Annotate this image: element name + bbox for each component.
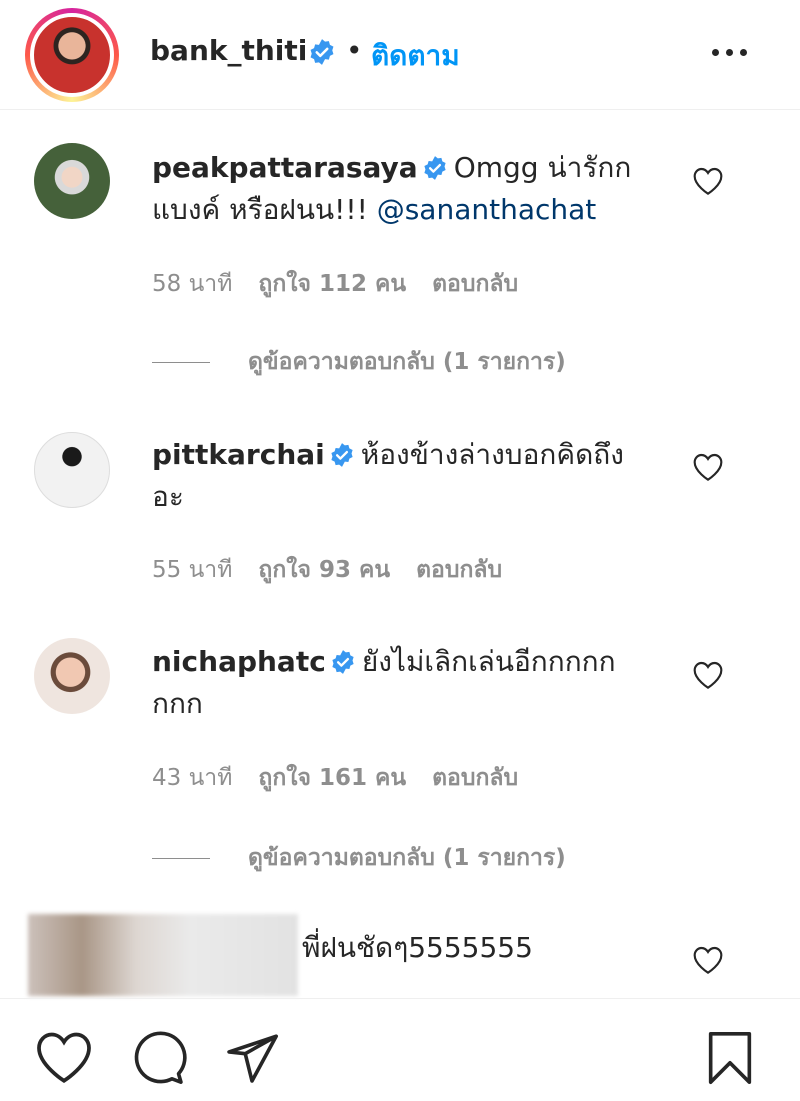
more-options-icon[interactable]	[712, 42, 752, 62]
comment-meta: 55 นาที ถูกใจ 93 คน ตอบกลับ	[152, 552, 528, 588]
heart-icon[interactable]	[692, 452, 724, 482]
post-header: bank_thiti • ติดตาม	[0, 0, 800, 110]
view-replies-button[interactable]: ดูข้อความตอบกลับ (1 รายการ)	[152, 344, 566, 380]
like-heart-icon[interactable]	[34, 1029, 94, 1085]
verified-badge-icon	[424, 156, 446, 180]
view-replies-button[interactable]: ดูข้อความตอบกลับ (1 รายการ)	[152, 840, 566, 876]
replies-divider	[152, 857, 210, 859]
comment-meta: 43 นาที ถูกใจ 161 คน ตอบกลับ	[152, 760, 544, 796]
reply-button[interactable]: ตอบกลับ	[432, 271, 518, 297]
comment-username[interactable]: peakpattarasaya	[152, 151, 418, 184]
verified-badge-icon	[310, 39, 334, 65]
story-avatar-ring[interactable]	[25, 8, 119, 102]
comment-username[interactable]: pittkarchai	[152, 438, 325, 471]
comment-likes[interactable]: ถูกใจ 93 คน	[258, 557, 390, 583]
blurred-user-avatar	[28, 914, 298, 996]
comment-meta: 58 นาที ถูกใจ 112 คน ตอบกลับ	[152, 266, 544, 302]
separator-dot: •	[346, 34, 363, 67]
comment-username[interactable]: nichaphatc	[152, 645, 326, 678]
replies-divider	[152, 361, 210, 363]
post-author-username[interactable]: bank_thiti	[150, 34, 307, 67]
comment-body: pittkarchai ห้องข้างล่างบอกคิดถึงอะ	[152, 434, 652, 518]
comment-avatar[interactable]	[34, 638, 110, 714]
comment-avatar[interactable]	[34, 432, 110, 508]
heart-icon[interactable]	[692, 945, 724, 975]
heart-icon[interactable]	[692, 660, 724, 690]
comment-time[interactable]: 43 นาที	[152, 765, 232, 791]
heart-icon[interactable]	[692, 166, 724, 196]
verified-badge-icon	[332, 650, 354, 674]
comment-avatar[interactable]	[34, 143, 110, 219]
comment-body: nichaphatc ยังไม่เลิกเล่นอีกกกกกกกก	[152, 641, 652, 725]
reply-button[interactable]: ตอบกลับ	[416, 557, 502, 583]
comment-bubble-icon[interactable]	[128, 1029, 188, 1087]
comment-time[interactable]: 58 นาที	[152, 271, 232, 297]
comment-body: peakpattarasaya Omgg น่ารักก แบงค์ หรือฝน…	[152, 147, 652, 231]
view-replies-label: ดูข้อความตอบกลับ (1 รายการ)	[248, 845, 566, 871]
follow-button[interactable]: ติดตาม	[371, 34, 460, 78]
share-send-icon[interactable]	[222, 1029, 282, 1087]
mention-link[interactable]: @sananthachat	[377, 193, 597, 226]
verified-badge-icon	[331, 443, 353, 467]
post-action-bar	[0, 998, 800, 1101]
reply-button[interactable]: ตอบกลับ	[432, 765, 518, 791]
avatar[interactable]	[30, 13, 114, 97]
bookmark-icon[interactable]	[700, 1029, 760, 1087]
comment-text: พี่ฝนชัดๆ5555555	[302, 931, 533, 964]
comment-likes[interactable]: ถูกใจ 161 คน	[258, 765, 406, 791]
comment-likes[interactable]: ถูกใจ 112 คน	[258, 271, 406, 297]
view-replies-label: ดูข้อความตอบกลับ (1 รายการ)	[248, 349, 566, 375]
comment-time[interactable]: 55 นาที	[152, 557, 232, 583]
